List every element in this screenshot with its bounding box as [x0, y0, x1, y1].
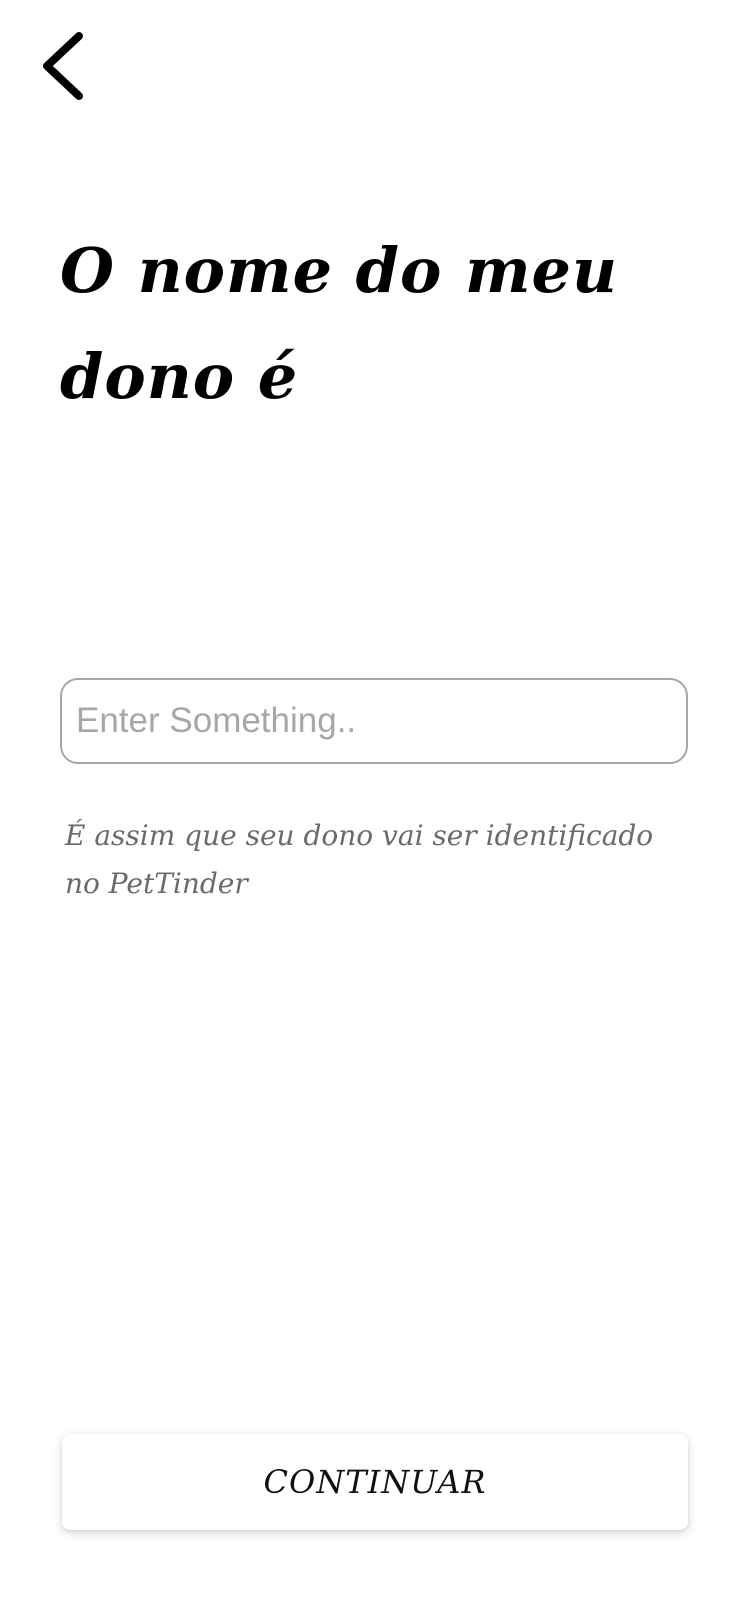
- chevron-left-icon: [33, 28, 93, 108]
- helper-text: É assim que seu dono vai ser identificad…: [65, 819, 654, 900]
- page-title: O nome do meu dono é: [60, 234, 619, 413]
- owner-name-field[interactable]: [60, 678, 688, 764]
- continue-button[interactable]: CONTINUAR: [62, 1434, 688, 1530]
- back-button[interactable]: [28, 28, 98, 108]
- owner-name-input[interactable]: [62, 680, 686, 762]
